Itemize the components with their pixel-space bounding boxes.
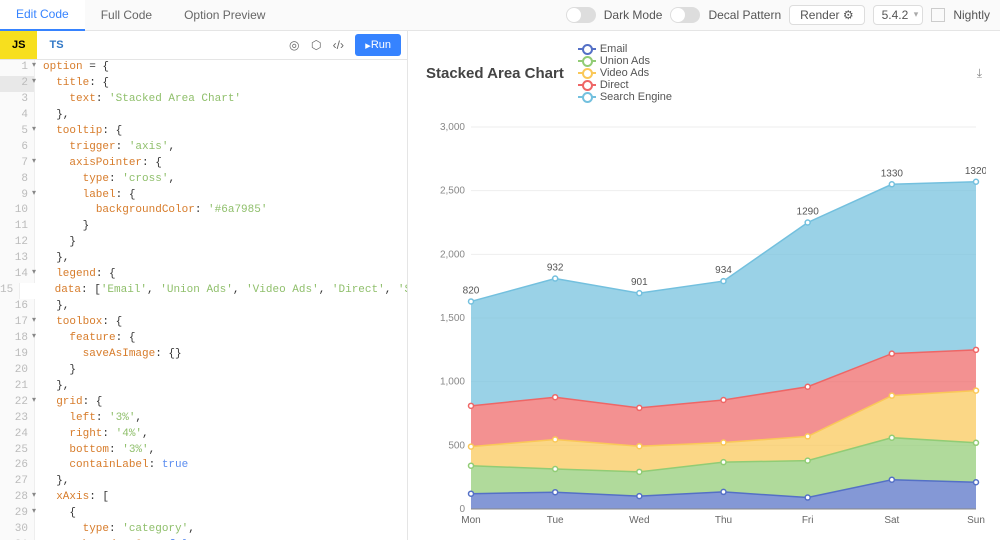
svg-text:Sun: Sun xyxy=(967,515,985,526)
code-line[interactable]: 21 }, xyxy=(0,379,407,395)
svg-text:901: 901 xyxy=(631,277,648,288)
svg-text:934: 934 xyxy=(715,265,732,276)
legend-item[interactable]: Search Engine xyxy=(578,91,672,103)
code-line[interactable]: 7 axisPointer: { xyxy=(0,156,407,172)
dark-mode-toggle[interactable] xyxy=(566,7,596,23)
code-line[interactable]: 12 } xyxy=(0,235,407,251)
svg-text:1330: 1330 xyxy=(881,168,904,179)
code-line[interactable]: 24 right: '4%', xyxy=(0,427,407,443)
code-line[interactable]: 6 trigger: 'axis', xyxy=(0,140,407,156)
chart-title: Stacked Area Chart xyxy=(426,65,564,82)
nightly-checkbox[interactable] xyxy=(931,8,945,22)
code-line[interactable]: 17 toolbox: { xyxy=(0,315,407,331)
version-select[interactable]: 5.4.2 xyxy=(873,5,924,25)
top-tab-bar: Edit Code Full Code Option Preview Dark … xyxy=(0,0,1000,31)
svg-text:Wed: Wed xyxy=(629,515,649,526)
code-line[interactable]: 11 } xyxy=(0,219,407,235)
svg-text:Thu: Thu xyxy=(715,515,732,526)
code-line[interactable]: 3 text: 'Stacked Area Chart' xyxy=(0,92,407,108)
code-line[interactable]: 1option = { xyxy=(0,60,407,76)
code-line[interactable]: 13 }, xyxy=(0,251,407,267)
svg-text:Mon: Mon xyxy=(461,515,480,526)
code-line[interactable]: 30 type: 'category', xyxy=(0,522,407,538)
svg-text:500: 500 xyxy=(448,440,465,451)
cube-icon[interactable]: ⬡ xyxy=(305,34,327,56)
render-button[interactable]: Render ⚙ xyxy=(789,5,864,25)
tab-option-preview[interactable]: Option Preview xyxy=(168,0,281,30)
code-line[interactable]: 14 legend: { xyxy=(0,267,407,283)
tab-edit-code[interactable]: Edit Code xyxy=(0,0,85,31)
code-line[interactable]: 26 containLabel: true xyxy=(0,458,407,474)
svg-text:1320: 1320 xyxy=(965,166,986,177)
run-button[interactable]: ▸ Run xyxy=(355,34,401,56)
code-line[interactable]: 22 grid: { xyxy=(0,395,407,411)
code-editor[interactable]: 1option = {2 title: {3 text: 'Stacked Ar… xyxy=(0,60,407,540)
code-line[interactable]: 10 backgroundColor: '#6a7985' xyxy=(0,203,407,219)
legend-item[interactable]: Direct xyxy=(578,79,672,91)
svg-text:Sat: Sat xyxy=(884,515,899,526)
svg-text:0: 0 xyxy=(459,504,465,515)
svg-text:2,000: 2,000 xyxy=(440,249,465,260)
code-line[interactable]: 15 data: ['Email', 'Union Ads', 'Video A… xyxy=(0,283,407,299)
legend-item[interactable]: Union Ads xyxy=(578,55,672,67)
code-line[interactable]: 18 feature: { xyxy=(0,331,407,347)
code-panel: JS TS ◎ ⬡ ‹/› ▸ Run 1option = {2 title: … xyxy=(0,31,408,540)
dark-mode-label: Dark Mode xyxy=(604,8,663,22)
decal-label: Decal Pattern xyxy=(708,8,781,22)
code-line[interactable]: 20 } xyxy=(0,363,407,379)
svg-text:932: 932 xyxy=(547,263,564,274)
code-line[interactable]: 29 { xyxy=(0,506,407,522)
legend-item[interactable]: Email xyxy=(578,43,672,55)
code-line[interactable]: 19 saveAsImage: {} xyxy=(0,347,407,363)
svg-text:Fri: Fri xyxy=(802,515,814,526)
svg-text:Tue: Tue xyxy=(547,515,564,526)
format-icon[interactable]: ◎ xyxy=(283,34,305,56)
code-line[interactable]: 16 }, xyxy=(0,299,407,315)
svg-text:3,000: 3,000 xyxy=(440,122,465,133)
code-line[interactable]: 5 tooltip: { xyxy=(0,124,407,140)
gear-icon: ⚙ xyxy=(843,8,854,22)
code-line[interactable]: 9 label: { xyxy=(0,188,407,204)
svg-text:1,500: 1,500 xyxy=(440,313,465,324)
code-line[interactable]: 8 type: 'cross', xyxy=(0,172,407,188)
tab-full-code[interactable]: Full Code xyxy=(85,0,168,30)
decal-toggle[interactable] xyxy=(670,7,700,23)
nightly-label: Nightly xyxy=(953,8,990,22)
save-as-image-icon[interactable]: ⤓ xyxy=(977,66,982,81)
lang-tab-js[interactable]: JS xyxy=(0,31,37,59)
code-line[interactable]: 4 }, xyxy=(0,108,407,124)
code-line[interactable]: 23 left: '3%', xyxy=(0,411,407,427)
stacked-area-chart: 0 500 1,000 1,500 2,000 2,500 3,000 820 932 901 93… xyxy=(426,109,986,539)
code-icon[interactable]: ‹/› xyxy=(327,34,349,56)
svg-text:1,000: 1,000 xyxy=(440,377,465,388)
svg-text:2,500: 2,500 xyxy=(440,186,465,197)
svg-text:1290: 1290 xyxy=(797,207,820,218)
lang-tab-ts[interactable]: TS xyxy=(37,31,75,59)
svg-text:820: 820 xyxy=(463,285,480,296)
legend-item[interactable]: Video Ads xyxy=(578,67,672,79)
code-line[interactable]: 2 title: { xyxy=(0,76,407,92)
code-line[interactable]: 25 bottom: '3%', xyxy=(0,443,407,459)
chart-panel: Stacked Area Chart Email Union Ads Video… xyxy=(408,31,1000,540)
code-line[interactable]: 28 xAxis: [ xyxy=(0,490,407,506)
code-line[interactable]: 27 }, xyxy=(0,474,407,490)
